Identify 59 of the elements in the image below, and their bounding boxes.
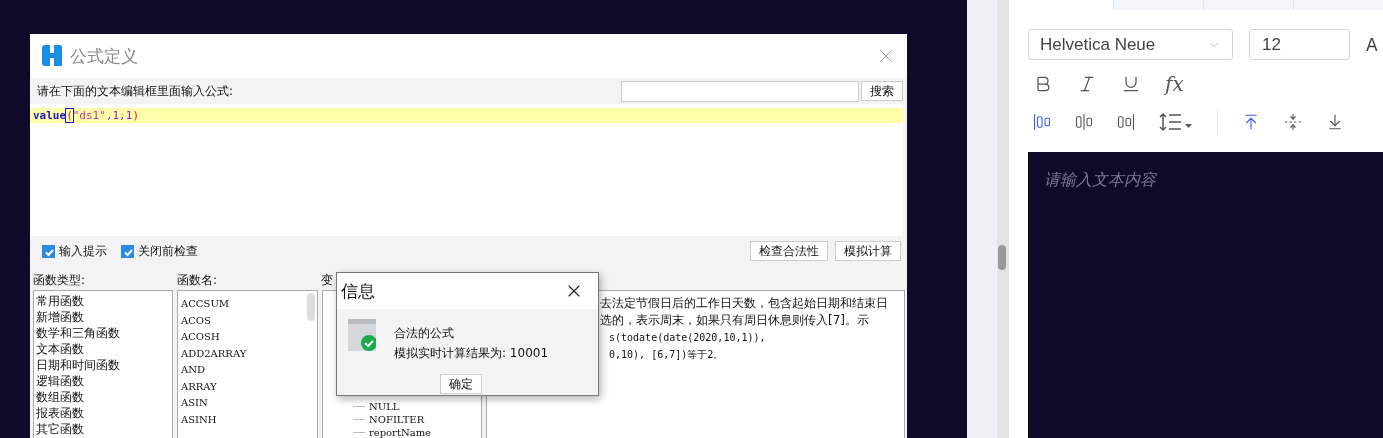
- prompt-label: 请在下面的文本编辑框里面输入公式:: [37, 82, 234, 100]
- checkbox[interactable]: [121, 244, 134, 258]
- category-item[interactable]: 数学和三角函数: [36, 325, 172, 341]
- text-area[interactable]: 请输入文本内容: [1028, 152, 1383, 438]
- function-item[interactable]: ASIN: [180, 395, 317, 412]
- align-icon[interactable]: [1117, 113, 1135, 131]
- function-item[interactable]: ACOSH: [180, 329, 317, 346]
- option-label[interactable]: 关闭前检查: [138, 242, 198, 260]
- align-icon[interactable]: [1075, 113, 1093, 131]
- category-item[interactable]: 其它函数: [36, 421, 172, 437]
- category-item[interactable]: 常用函数: [36, 293, 172, 309]
- category-item[interactable]: 新增函数: [36, 309, 172, 325]
- scrollbar-thumb[interactable]: [998, 245, 1006, 270]
- info-result: 模拟实时计算结果为: 10001: [394, 345, 549, 362]
- variable-item[interactable]: NULL: [369, 400, 400, 413]
- function-item[interactable]: ACOS: [180, 312, 317, 329]
- variable-label: 变: [321, 272, 334, 289]
- scrollbar-thumb[interactable]: [307, 293, 315, 321]
- description-text: 0,10), [6,7])等于2。: [609, 348, 724, 362]
- dialog-title: 公式定义: [70, 44, 138, 68]
- function-item[interactable]: ASINH: [180, 411, 317, 428]
- underline-icon[interactable]: [1121, 74, 1141, 94]
- logo-icon: [40, 44, 64, 68]
- function-label: 函数名:: [177, 272, 219, 289]
- font-select[interactable]: Helvetica Neue: [1028, 29, 1233, 60]
- vertical-align-icon[interactable]: [1242, 113, 1260, 131]
- category-item[interactable]: 数组函数: [36, 389, 172, 405]
- ok-button[interactable]: 确定: [439, 374, 482, 394]
- variable-item[interactable]: reportName: [369, 426, 432, 438]
- description-text: 去法定节假日后的工作日天数，包含起始日期和结束日: [600, 295, 888, 312]
- category-item[interactable]: 日期和时间函数: [36, 357, 172, 373]
- function-item[interactable]: ADD2ARRAY: [180, 345, 317, 362]
- description-text: s(todate(date(2020,10,1)),: [609, 331, 766, 345]
- vertical-align-icon[interactable]: [1326, 113, 1344, 131]
- variable-item[interactable]: NOFILTER: [369, 413, 425, 426]
- info-message: 合法的公式: [394, 325, 455, 342]
- checkbox[interactable]: [42, 244, 55, 258]
- action-button[interactable]: 检查合法性: [750, 241, 828, 261]
- action-button[interactable]: 模拟计算: [835, 241, 901, 261]
- category-item[interactable]: 逻辑函数: [36, 373, 172, 389]
- function-item[interactable]: ARRAY: [180, 378, 317, 395]
- formula-button[interactable]: fx: [1165, 72, 1184, 96]
- info-title: 信息: [341, 279, 375, 303]
- search-button[interactable]: 搜索: [861, 81, 903, 101]
- category-item[interactable]: 文本函数: [36, 341, 172, 357]
- size-field[interactable]: 12: [1249, 29, 1350, 60]
- category-label: 函数类型:: [33, 272, 87, 289]
- align-icon[interactable]: [1033, 113, 1051, 131]
- placeholder: 请输入文本内容: [1044, 170, 1156, 189]
- search-field[interactable]: [621, 80, 859, 102]
- category-item[interactable]: 报表函数: [36, 405, 172, 421]
- vertical-align-icon[interactable]: [1284, 113, 1302, 131]
- function-item[interactable]: AND: [180, 362, 317, 379]
- option-label[interactable]: 输入提示: [59, 242, 107, 260]
- description-text: 选的，表示周末，如果只有周日休息则传入[7]。示: [600, 312, 869, 329]
- font-label: A: [1366, 34, 1378, 55]
- check-icon: [348, 319, 376, 351]
- line-spacing-icon[interactable]: [1159, 111, 1193, 133]
- function-item[interactable]: ACCSUM: [180, 296, 317, 313]
